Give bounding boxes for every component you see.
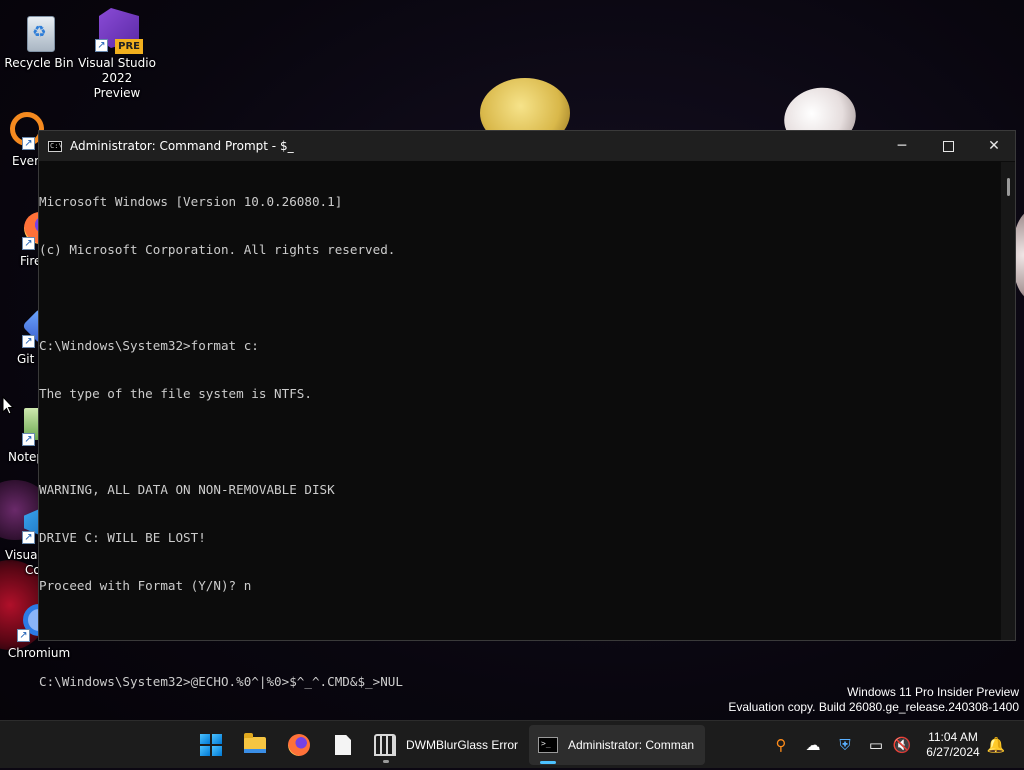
desktop-icon-visual-studio[interactable]: PRE ↗ Visual Studio 2022 Preview <box>77 8 157 101</box>
mouse-pointer-icon <box>2 396 14 415</box>
evaluation-watermark: Windows 11 Pro Insider Preview Evaluatio… <box>728 685 1019 715</box>
shortcut-arrow-icon: ↗ <box>22 335 35 348</box>
window-titlebar[interactable]: C:\ Administrator: Command Prompt - $_ ─… <box>39 131 1015 161</box>
clock-date: 6/27/2024 <box>926 745 980 759</box>
clock-time: 11:04 AM <box>928 730 978 744</box>
taskbar-file-explorer[interactable] <box>238 725 272 765</box>
console-line: (c) Microsoft Corporation. All rights re… <box>39 242 396 257</box>
firefox-icon <box>288 734 310 756</box>
windows-start-icon <box>200 734 222 756</box>
shortcut-arrow-icon: ↗ <box>95 39 108 52</box>
start-button[interactable] <box>194 725 228 765</box>
console-line: The type of the file system is NTFS. <box>39 386 312 401</box>
console-line: WARNING, ALL DATA ON NON-REMOVABLE DISK <box>39 482 335 497</box>
taskbar-firefox[interactable] <box>282 725 316 765</box>
command-prompt-window[interactable]: C:\ Administrator: Command Prompt - $_ ─… <box>38 130 1016 732</box>
system-clock[interactable]: 11:04 AM 6/27/2024 <box>917 730 989 760</box>
dwmblurglass-icon <box>374 734 396 756</box>
running-indicator <box>383 760 389 763</box>
windows-security-icon[interactable]: ⛨ <box>835 735 855 755</box>
recycle-bin-icon <box>17 8 61 52</box>
file-icon <box>335 735 351 755</box>
desktop-icon-label: Visual Studio <box>78 56 156 70</box>
volume-muted-icon[interactable]: 🔇 <box>892 735 912 755</box>
taskbar-item-label: Administrator: Comman <box>568 738 695 752</box>
everything-search-icon[interactable]: ⚲ <box>771 735 791 755</box>
shortcut-arrow-icon: ↗ <box>22 531 35 544</box>
shortcut-arrow-icon: ↗ <box>22 237 35 250</box>
watermark-build: Evaluation copy. Build 26080.ge_release.… <box>728 700 1019 714</box>
watermark-edition: Windows 11 Pro Insider Preview <box>847 685 1019 699</box>
desktop-icon-label: 2022 Preview <box>93 71 141 100</box>
taskbar: DWMBlurGlass Error >_ Administrator: Com… <box>0 720 1024 768</box>
notification-bell-icon[interactable]: 🔔 <box>986 735 1006 755</box>
file-explorer-icon <box>244 733 266 753</box>
scrollbar-thumb[interactable] <box>1007 178 1010 196</box>
close-button[interactable]: ✕ <box>971 131 1017 161</box>
shortcut-arrow-icon: ↗ <box>17 629 30 642</box>
taskbar-file[interactable] <box>326 725 360 765</box>
shortcut-arrow-icon: ↗ <box>22 433 35 446</box>
minimize-button[interactable]: ─ <box>879 131 925 161</box>
command-prompt-icon: >_ <box>538 737 558 753</box>
network-icon[interactable]: ▭ <box>866 735 886 755</box>
onedrive-offline-icon[interactable]: ☁ <box>803 735 823 755</box>
command-prompt-icon: C:\ <box>48 140 63 152</box>
active-indicator <box>540 761 556 764</box>
console-line: DRIVE C: WILL BE LOST! <box>39 530 206 545</box>
console-output[interactable]: Microsoft Windows [Version 10.0.26080.1]… <box>39 162 999 732</box>
vertical-scrollbar[interactable] <box>1001 162 1015 640</box>
visual-studio-preview-icon: PRE ↗ <box>95 8 143 54</box>
taskbar-dwmblurglass[interactable]: DWMBlurGlass Error <box>366 725 524 765</box>
taskbar-command-prompt[interactable]: >_ Administrator: Comman <box>529 725 705 765</box>
taskbar-item-label: DWMBlurGlass Error <box>406 738 519 752</box>
desktop-icon-label: Recycle Bin <box>4 56 74 70</box>
console-line: Proceed with Format (Y/N)? n <box>39 578 252 593</box>
window-title: Administrator: Command Prompt - $_ <box>70 139 294 153</box>
console-line: Microsoft Windows [Version 10.0.26080.1] <box>39 194 343 209</box>
maximize-icon <box>942 140 954 152</box>
shortcut-arrow-icon: ↗ <box>22 137 35 150</box>
console-line: C:\Windows\System32>format c: <box>39 338 259 353</box>
maximize-button[interactable] <box>925 131 971 161</box>
desktop-icon-recycle-bin[interactable]: Recycle Bin <box>0 8 79 71</box>
preview-badge: PRE <box>115 39 143 54</box>
